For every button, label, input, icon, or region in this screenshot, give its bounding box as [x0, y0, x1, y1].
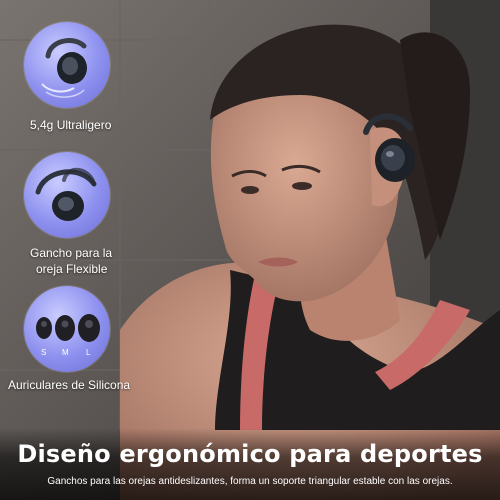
flexible-hook-label-line2: oreja Flexible [36, 262, 108, 276]
lightweight-feature-circle [24, 22, 110, 108]
silicone-tips-label: Auriculares de Silicona [8, 378, 131, 392]
size-label-l: L [86, 348, 91, 357]
lightweight-label: 5,4g Ultraligero [30, 118, 112, 132]
earbud-with-hook-icon [41, 38, 87, 98]
headline: Diseño ergonómico para deportes [17, 440, 483, 468]
flexible-ear-hook-icon [35, 168, 97, 221]
silicone-tips-feature-circle: S M L [24, 286, 110, 372]
size-label-s: S [41, 348, 47, 357]
subline: Ganchos para las orejas antideslizantes,… [47, 476, 453, 487]
size-label-m: M [62, 348, 69, 357]
flexible-hook-feature-circle [24, 152, 110, 238]
flexible-hook-label-line1: Gancho para la [30, 246, 113, 260]
silicone-ear-tips-icon [36, 314, 100, 342]
